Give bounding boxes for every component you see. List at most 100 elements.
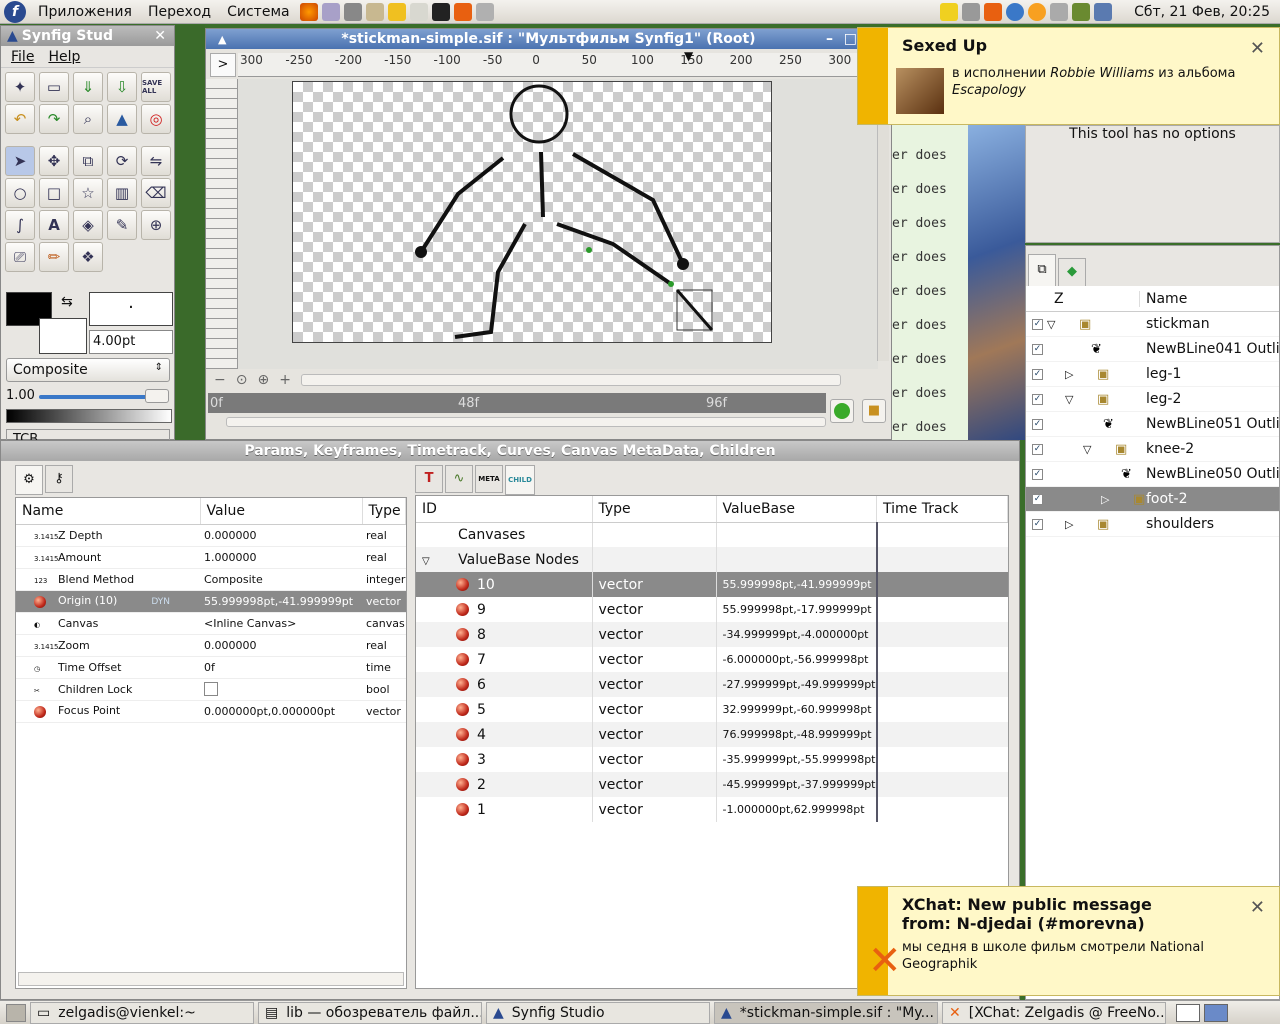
valuenode-row[interactable]: 10 vector 55.999998pt,-41.999999pt (416, 572, 1008, 597)
column-header-name[interactable]: Name (1140, 291, 1187, 307)
eyedropper-tool-icon[interactable]: ✎ (107, 210, 137, 240)
param-value[interactable]: 0.000000 (200, 524, 362, 547)
param-row[interactable]: ✂ Children Lock bool (16, 678, 406, 701)
expander-icon[interactable]: ▷ (1065, 368, 1079, 381)
menu-applications[interactable]: Приложения (30, 4, 140, 20)
layer-visibility-checkbox[interactable]: ✓ (1032, 318, 1043, 330)
fill-tool-icon[interactable]: ◈ (73, 210, 103, 240)
volume-tray-icon[interactable] (962, 2, 981, 21)
new-file-icon[interactable]: ✦ (5, 72, 35, 102)
playhead-marker[interactable]: ▼ (684, 49, 693, 63)
zoom-out-icon[interactable]: − (214, 372, 226, 388)
node-timetrack[interactable] (875, 572, 1008, 597)
help-lifebuoy-icon[interactable]: ◎ (141, 104, 171, 134)
xchat-launcher-icon[interactable] (453, 2, 472, 21)
settings-launcher-icon[interactable] (475, 2, 494, 21)
zoom-fit-icon[interactable]: ⊙ (236, 372, 248, 388)
param-value[interactable]: 0.000000pt,0.000000pt (200, 700, 362, 723)
param-row[interactable]: 3.1415Amount 1.000000 real (16, 546, 406, 569)
node-timetrack[interactable] (875, 672, 1008, 697)
firefox-launcher-icon[interactable] (299, 2, 318, 21)
drawing-area[interactable] (292, 81, 772, 343)
weather-tray-icon[interactable] (1028, 2, 1047, 21)
param-value[interactable]: Composite (200, 568, 362, 591)
column-header-valuebase[interactable]: ValueBase (716, 496, 877, 523)
clock[interactable]: Сбт, 21 Фев, 20:25 (1114, 4, 1280, 20)
undo-icon[interactable]: ↶ (5, 104, 35, 134)
save-all-icon[interactable]: SAVE ALL (141, 72, 171, 102)
valuenode-row[interactable]: 6 vector -27.999999pt,-49.999999pt (416, 672, 1008, 697)
children-lock-checkbox[interactable] (204, 682, 218, 696)
param-value[interactable]: 55.999998pt,-41.999999pt (200, 590, 362, 613)
tab-layers[interactable]: ⧉ (1028, 254, 1056, 286)
node-timetrack[interactable] (875, 797, 1008, 822)
param-row[interactable]: ◷ Time Offset 0f time (16, 656, 406, 679)
task-file-browser[interactable]: ▤ lib — обозреватель файл... (258, 1001, 482, 1024)
column-header-id[interactable]: ID (416, 496, 593, 523)
sketch-tool-icon[interactable]: ⎚ (5, 242, 35, 272)
minimize-icon[interactable]: – (826, 31, 833, 47)
swap-colors-icon[interactable]: ⇆ (61, 294, 73, 310)
rectangle-tool-icon[interactable]: □ (39, 178, 69, 208)
tab-metadata[interactable]: META (475, 465, 503, 493)
menu-places[interactable]: Переход (140, 4, 219, 20)
column-header-type[interactable]: Type (592, 496, 717, 523)
show-desktop-icon[interactable] (6, 1003, 26, 1022)
lock-button[interactable]: ■ (862, 399, 886, 423)
update-tray-icon[interactable] (1072, 2, 1091, 21)
tab-library[interactable]: ◆ (1058, 258, 1086, 286)
spline-tool-icon[interactable]: ∫ (5, 210, 35, 240)
param-row[interactable]: 3.1415Z Depth 0.000000 real (16, 524, 406, 547)
draw-tool-icon[interactable]: ✏ (39, 242, 69, 272)
column-header-value[interactable]: Value (200, 498, 363, 525)
circle-tool-icon[interactable]: ○ (5, 178, 35, 208)
eraser-tool-icon[interactable]: ⌫ (141, 178, 171, 208)
layer-row[interactable]: ✓ ▽ ▣ stickman (1026, 312, 1279, 337)
param-row[interactable]: Focus Point 0.000000pt,0.000000pt vector (16, 700, 406, 723)
time-scrollbar[interactable] (226, 417, 826, 427)
horizontal-scrollbar[interactable] (300, 374, 841, 386)
node-timetrack[interactable] (875, 772, 1008, 797)
open-file-icon[interactable]: ▭ (39, 72, 69, 102)
param-row[interactable]: 3.1415Zoom 0.000000 real (16, 634, 406, 657)
layer-visibility-checkbox[interactable]: ✓ (1032, 368, 1043, 380)
notes-tray-icon[interactable] (940, 2, 959, 21)
workspace-2[interactable] (1204, 1003, 1228, 1022)
xchat-notification[interactable]: XChat: New public message from: N-djedai… (857, 886, 1280, 996)
smooth-move-tool-icon[interactable]: ✥ (39, 146, 69, 176)
valuenode-row[interactable]: 4 vector 76.999998pt,-48.999999pt (416, 722, 1008, 747)
layer-visibility-checkbox[interactable]: ✓ (1032, 343, 1043, 355)
layer-visibility-checkbox[interactable]: ✓ (1032, 443, 1043, 455)
layer-visibility-checkbox[interactable]: ✓ (1032, 518, 1043, 530)
layer-visibility-checkbox[interactable]: ✓ (1032, 393, 1043, 405)
cutout-tool-icon[interactable]: ❖ (73, 242, 103, 272)
scale-tool-icon[interactable]: ⧉ (73, 146, 103, 176)
animation-mode-button[interactable] (830, 399, 854, 423)
opacity-slider[interactable] (39, 395, 147, 399)
zoom-tool-icon[interactable]: ⊕ (141, 210, 171, 240)
slider-handle[interactable] (145, 389, 169, 403)
preview-icon[interactable]: ⌕ (73, 104, 103, 134)
param-value[interactable]: 0.000000 (200, 634, 362, 657)
gradient-swatch[interactable]: · (89, 292, 173, 326)
layer-visibility-checkbox[interactable]: ✓ (1032, 418, 1043, 430)
valuenode-row[interactable]: 7 vector -6.000000pt,-56.999998pt (416, 647, 1008, 672)
zoom-in-icon[interactable]: ⊕ (257, 372, 269, 388)
close-icon[interactable]: ✕ (154, 28, 166, 44)
tab-params[interactable]: ⚙ (15, 465, 43, 495)
magnet-launcher-icon[interactable] (387, 2, 406, 21)
mirror-tool-icon[interactable]: ⇋ (141, 146, 171, 176)
layer-row[interactable]: ✓ ▽ ▣ leg-2 (1026, 387, 1279, 412)
canvas-titlebar[interactable]: ▲ *stickman-simple.sif : "Мультфильм Syn… (206, 29, 891, 49)
params-titlebar[interactable]: Params, Keyframes, Timetrack, Curves, Ca… (1, 441, 1019, 461)
node-timetrack[interactable] (875, 622, 1008, 647)
expander-icon[interactable]: ▷ (1065, 518, 1079, 531)
network-tray-icon[interactable] (1094, 2, 1113, 21)
task-synfig[interactable]: ▲ Synfig Studio (486, 1001, 710, 1024)
param-row[interactable]: 123 Blend Method Composite integer (16, 568, 406, 591)
task-synfig-canvas[interactable]: ▲ *stickman-simple.sif : "My... (714, 1001, 938, 1024)
param-value[interactable]: 1.000000 (200, 546, 362, 569)
toolbox-titlebar[interactable]: ▲ Synfig Stud ✕ (1, 26, 174, 46)
drop-tray-icon[interactable] (1006, 2, 1025, 21)
valuenode-row[interactable]: 5 vector 32.999999pt,-60.999998pt (416, 697, 1008, 722)
